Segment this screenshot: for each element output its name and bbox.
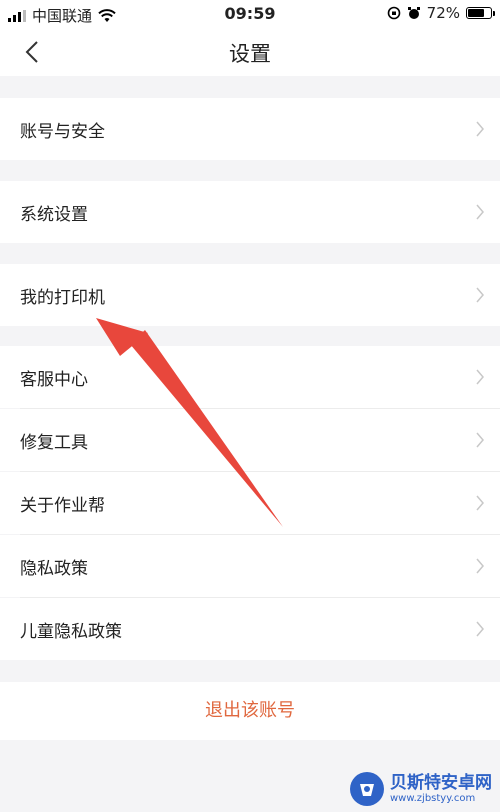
watermark-logo-icon [350, 772, 384, 806]
battery-percent: 72% [426, 4, 460, 22]
watermark: 贝斯特安卓网 www.zjbstyy.com [350, 772, 492, 806]
chevron-right-icon [476, 204, 484, 220]
page-title: 设置 [229, 42, 271, 66]
status-right: 72% [387, 4, 495, 22]
menu-item-label: 修复工具 [20, 432, 88, 453]
menu-item-customer-service[interactable]: 客服中心 [0, 346, 500, 408]
menu-item-label: 我的打印机 [20, 287, 105, 308]
chevron-right-icon [476, 495, 484, 511]
logout-button[interactable]: 退出该账号 [0, 682, 500, 740]
menu-item-label: 账号与安全 [20, 121, 105, 142]
menu-item-label: 隐私政策 [20, 558, 88, 579]
menu-item-repair-tools[interactable]: 修复工具 [0, 409, 500, 471]
menu-item-label: 关于作业帮 [20, 495, 105, 516]
watermark-text: 贝斯特安卓网 www.zjbstyy.com [390, 774, 492, 804]
menu-item-label: 系统设置 [20, 204, 88, 225]
chevron-right-icon [476, 621, 484, 637]
chevron-right-icon [476, 432, 484, 448]
menu-item-my-printer[interactable]: 我的打印机 [0, 264, 500, 326]
menu-item-privacy-policy[interactable]: 隐私政策 [0, 535, 500, 597]
menu-item-system-settings[interactable]: 系统设置 [0, 181, 500, 243]
rotation-lock-icon [387, 6, 400, 20]
nav-bar: 设置 [0, 28, 500, 76]
menu-item-label: 儿童隐私政策 [20, 621, 122, 642]
battery-icon [466, 7, 495, 19]
chevron-right-icon [476, 558, 484, 574]
chevron-right-icon [476, 287, 484, 303]
status-bar: 中国联通 09:59 72% [0, 0, 500, 28]
watermark-title: 贝斯特安卓网 [390, 773, 492, 794]
menu-item-account-security[interactable]: 账号与安全 [0, 98, 500, 160]
menu-item-label: 客服中心 [20, 369, 88, 390]
menu-item-about[interactable]: 关于作业帮 [0, 472, 500, 534]
menu-item-child-privacy-policy[interactable]: 儿童隐私政策 [0, 598, 500, 660]
chevron-right-icon [476, 121, 484, 137]
watermark-url: www.zjbstyy.com [390, 792, 476, 804]
chevron-right-icon [476, 369, 484, 385]
alarm-icon [407, 7, 420, 19]
